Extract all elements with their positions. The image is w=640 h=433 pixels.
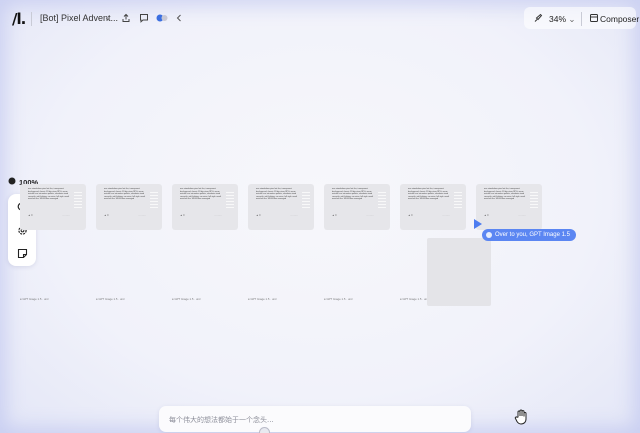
image-card[interactable]: one standalone pixel art fire, transpare… [172, 184, 238, 230]
card-badge: ▲ 0 [408, 214, 413, 217]
app-logo[interactable]: /l. [12, 10, 26, 28]
image-card[interactable]: one standalone pixel art fire, transpare… [20, 184, 86, 230]
app-window: /l. [Bot] Pixel Advent... ⌄ 34% ⌄ Compos… [0, 0, 640, 433]
card-prompt-text: one standalone pixel art fire, transpare… [28, 188, 70, 201]
prompt-box [159, 406, 471, 432]
card-meta: ········· [366, 214, 375, 217]
hand-icon[interactable] [514, 409, 528, 425]
composer-icon [587, 11, 601, 25]
bot-avatar-icon [486, 232, 492, 238]
avatar-icon[interactable] [156, 11, 170, 25]
comment-icon[interactable] [137, 11, 151, 25]
card-thumbnail [74, 190, 82, 208]
card-badge: ▲ 0 [28, 214, 33, 217]
note-icon[interactable] [15, 246, 29, 260]
chevron-left-icon[interactable] [172, 11, 186, 25]
generated-image-label: ● GPT Image 1.5 · uml [400, 297, 429, 301]
cursor-tag-label: Over to you, GPT Image 1.5 [495, 232, 570, 238]
image-placeholder[interactable] [427, 238, 491, 306]
card-meta: ········· [62, 214, 71, 217]
image-card[interactable]: one standalone pixel art fire, transpare… [400, 184, 466, 230]
collaborator-cursor-tag: Over to you, GPT Image 1.5 [482, 229, 576, 241]
card-meta: ········· [290, 214, 299, 217]
share-icon[interactable] [119, 11, 133, 25]
expand-handle[interactable] [259, 427, 270, 433]
card-badge: ▲ 0 [332, 214, 337, 217]
card-thumbnail [378, 190, 386, 208]
top-bar: /l. [Bot] Pixel Advent... ⌄ 34% ⌄ Compos… [0, 0, 640, 36]
zoom-icon [8, 177, 16, 187]
card-badge: ▲ 0 [104, 214, 109, 217]
zoom-top-value: 34% [549, 14, 567, 24]
card-meta: ········· [214, 214, 223, 217]
card-thumbnail [454, 190, 462, 208]
generated-image-label: ● GPT Image 1.5 · uml [324, 297, 353, 301]
card-prompt-text: one standalone pixel art fire, transpare… [332, 188, 374, 201]
divider [31, 12, 32, 26]
composer-button[interactable]: Composer [600, 14, 639, 24]
image-card[interactable]: one standalone pixel art fire, transpare… [476, 184, 542, 230]
card-prompt-text: one standalone pixel art fire, transpare… [256, 188, 298, 201]
image-card[interactable]: one standalone pixel art fire, transpare… [248, 184, 314, 230]
generated-image-label: ● GPT Image 1.5 · uml [172, 297, 201, 301]
card-thumbnail [530, 190, 538, 208]
card-prompt-text: one standalone pixel art fire, transpare… [104, 188, 146, 201]
generated-image-label: ● GPT Image 1.5 · uml [248, 297, 277, 301]
card-prompt-text: one standalone pixel art fire, transpare… [180, 188, 222, 201]
card-thumbnail [226, 190, 234, 208]
chevron-down-icon: ⌄ [568, 14, 576, 24]
card-meta: ········· [138, 214, 147, 217]
chevron-down-icon[interactable]: ⌄ [104, 12, 112, 23]
card-meta: ········· [442, 214, 451, 217]
card-prompt-text: one standalone pixel art fire, transpare… [408, 188, 450, 201]
image-card[interactable]: one standalone pixel art fire, transpare… [324, 184, 390, 230]
generated-image-label: ● GPT Image 1.5 · uml [96, 297, 125, 301]
card-meta: ········· [518, 214, 527, 217]
card-thumbnail [150, 190, 158, 208]
generated-image-label: ● GPT Image 1.5 · uml [20, 297, 49, 301]
brush-icon[interactable] [531, 11, 545, 25]
divider [581, 12, 582, 26]
card-thumbnail [302, 190, 310, 208]
image-card[interactable]: one standalone pixel art fire, transpare… [96, 184, 162, 230]
card-badge: ▲ 0 [256, 214, 261, 217]
card-badge: ▲ 0 [484, 214, 489, 217]
card-prompt-text: one standalone pixel art fire, transpare… [484, 188, 526, 201]
zoom-dropdown[interactable]: 34% ⌄ [549, 14, 576, 25]
prompt-input[interactable] [167, 412, 461, 428]
card-badge: ▲ 0 [180, 214, 185, 217]
collaborator-cursor-icon [474, 219, 482, 229]
